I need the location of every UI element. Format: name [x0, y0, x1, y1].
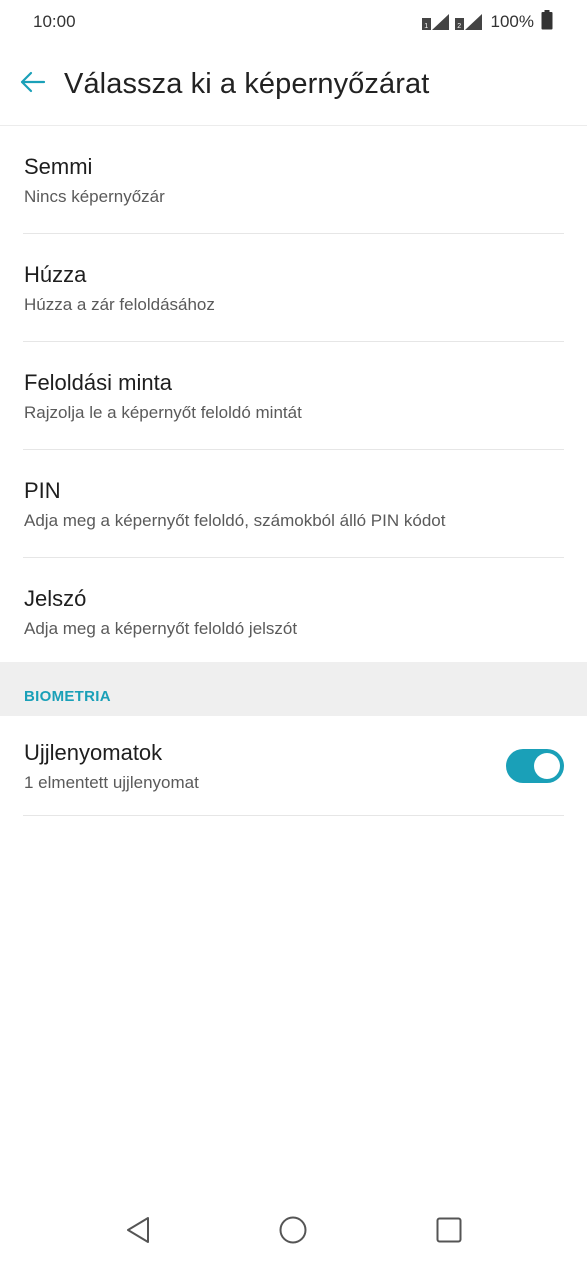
back-triangle-icon	[124, 1215, 152, 1250]
nav-back-button[interactable]	[118, 1212, 158, 1252]
screen: 10:00 1 2 100% Válassza ki a képernyőzár…	[0, 0, 587, 1272]
status-bar: 10:00 1 2 100%	[0, 0, 587, 44]
battery-percent: 100%	[490, 12, 534, 31]
option-title: PIN	[24, 477, 61, 503]
option-subtitle: Nincs képernyőzár	[24, 186, 165, 206]
sim1-signal-icon: 1	[421, 12, 451, 32]
svg-text:2: 2	[457, 23, 461, 30]
option-title: Jelszó	[24, 585, 87, 611]
back-arrow-icon	[18, 70, 46, 99]
option-none[interactable]: Semmi Nincs képernyőzár	[0, 126, 587, 234]
biometrics-section-header: BIOMETRIA	[0, 662, 587, 716]
option-subtitle: Adja meg a képernyőt feloldó, számokból …	[24, 510, 446, 530]
fingerprints-subtitle: 1 elmentett ujjlenyomat	[24, 772, 199, 792]
option-subtitle: Adja meg a képernyőt feloldó jelszót	[24, 618, 298, 638]
option-title: Feloldási minta	[24, 369, 172, 395]
option-subtitle: Húzza a zár feloldásához	[24, 294, 215, 314]
fingerprints-title: Ujjlenyomatok	[24, 739, 163, 765]
fingerprints-toggle[interactable]	[506, 749, 564, 783]
sim2-signal-icon: 2	[454, 12, 484, 32]
nav-recents-button[interactable]	[429, 1212, 469, 1252]
section-label: BIOMETRIA	[24, 687, 111, 705]
app-bar: Válassza ki a képernyőzárat	[0, 44, 587, 126]
navigation-bar	[0, 1190, 587, 1272]
status-icons: 1 2 100%	[421, 9, 553, 35]
option-title: Semmi	[24, 153, 93, 179]
option-pin[interactable]: PIN Adja meg a képernyőt feloldó, számok…	[0, 450, 587, 558]
battery-icon	[541, 9, 553, 35]
back-button[interactable]	[0, 53, 64, 117]
fingerprints-text: Ujjlenyomatok 1 elmentett ujjlenyomat	[24, 738, 199, 795]
option-pattern[interactable]: Feloldási minta Rajzolja le a képernyőt …	[0, 342, 587, 450]
status-time: 10:00	[33, 12, 76, 31]
nav-home-button[interactable]	[273, 1212, 313, 1252]
toggle-knob	[534, 753, 560, 779]
recents-square-icon	[435, 1216, 463, 1249]
home-circle-icon	[278, 1215, 308, 1250]
option-password[interactable]: Jelszó Adja meg a képernyőt feloldó jels…	[0, 558, 587, 666]
option-swipe[interactable]: Húzza Húzza a zár feloldásához	[0, 234, 587, 342]
lock-options-list: Semmi Nincs képernyőzár Húzza Húzza a zá…	[0, 126, 587, 666]
option-title: Húzza	[24, 261, 87, 287]
page-title: Válassza ki a képernyőzárat	[64, 68, 430, 100]
svg-text:1: 1	[424, 23, 428, 30]
fingerprints-item[interactable]: Ujjlenyomatok 1 elmentett ujjlenyomat	[0, 716, 587, 816]
option-subtitle: Rajzolja le a képernyőt feloldó mintát	[24, 402, 302, 422]
